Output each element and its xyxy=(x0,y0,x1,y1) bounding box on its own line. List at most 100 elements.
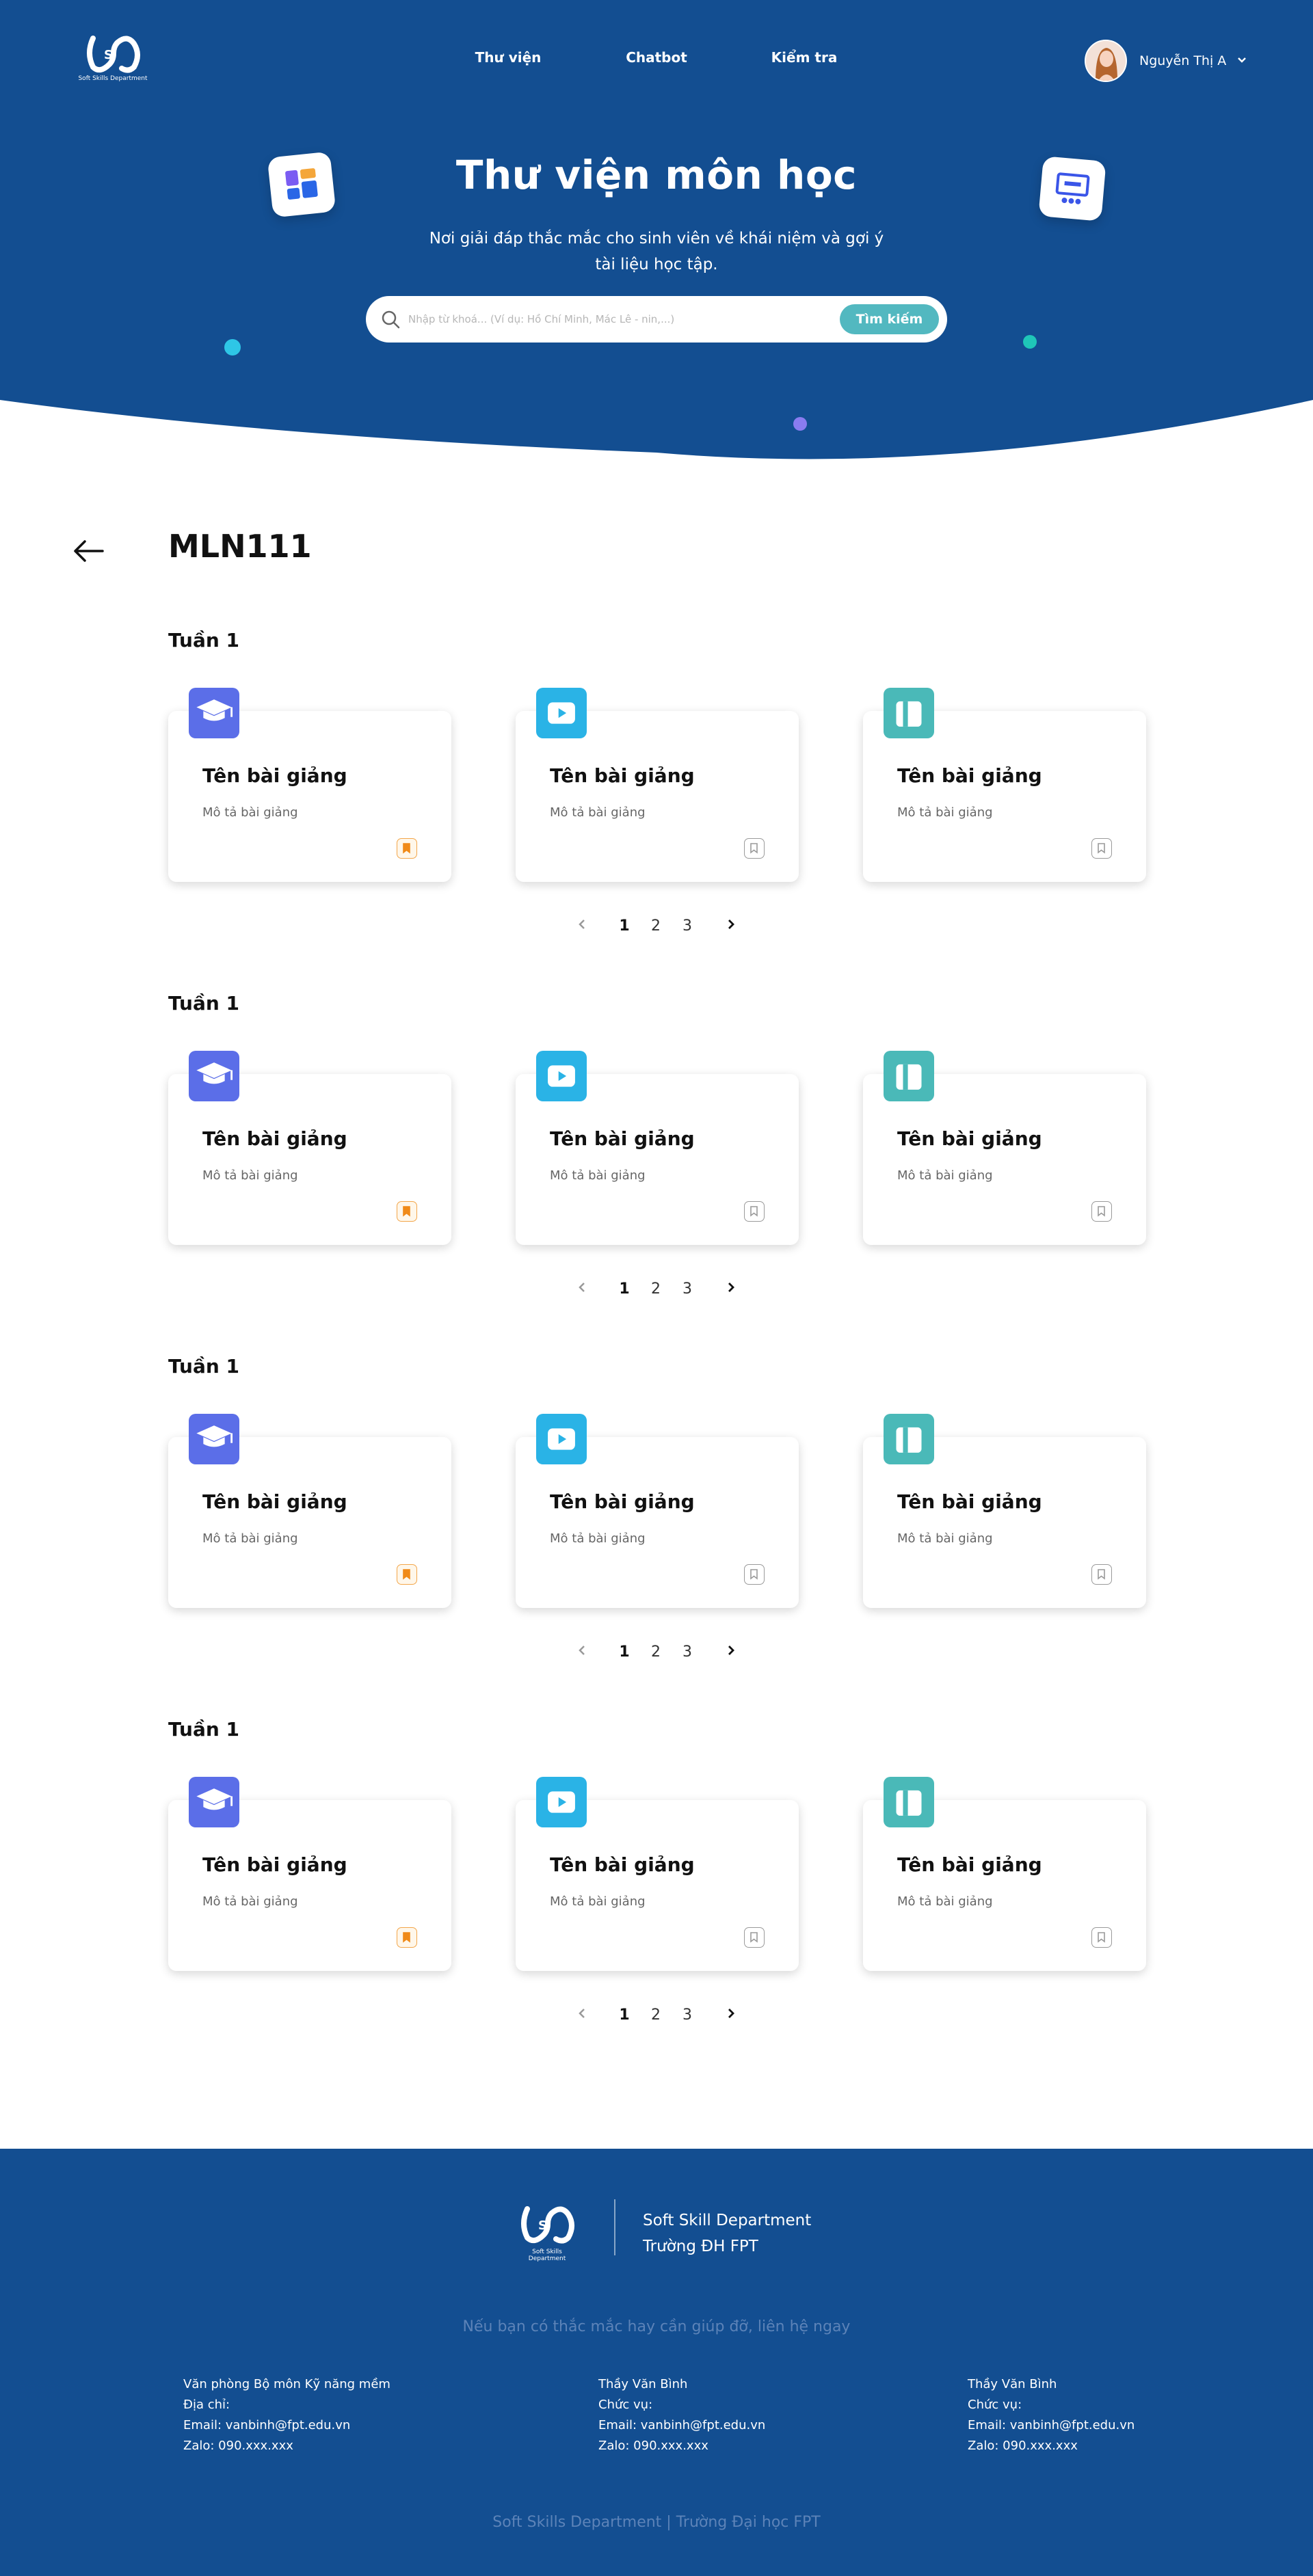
bookmark-icon[interactable] xyxy=(1091,1201,1112,1222)
lecture-description: Mô tả bài giảng xyxy=(202,1531,298,1546)
footer-line: Văn phòng Bộ môn Kỹ năng mềm xyxy=(183,2377,390,2391)
prev-page-icon[interactable] xyxy=(572,1280,592,1298)
nav-item-test[interactable]: Kiểm tra xyxy=(750,49,859,66)
lecture-card[interactable]: Tên bài giảng Mô tả bài giảng xyxy=(863,1051,1146,1245)
bookmark-icon[interactable] xyxy=(397,1201,417,1222)
prev-page-icon[interactable] xyxy=(572,1643,592,1661)
user-menu[interactable]: Nguyễn Thị A xyxy=(1085,40,1247,82)
prev-page-icon[interactable] xyxy=(572,2007,592,2024)
footer-line: Thầy Văn Bình xyxy=(598,2377,688,2391)
video-play-icon xyxy=(536,688,587,738)
page-number[interactable]: 1 xyxy=(614,917,635,935)
page-number[interactable]: 3 xyxy=(677,2007,698,2024)
footer-dept: Soft Skill Department Trường ĐH FPT xyxy=(643,2208,811,2259)
page-number[interactable]: 2 xyxy=(646,1643,666,1661)
search-button[interactable]: Tìm kiếm xyxy=(840,304,939,334)
video-play-icon xyxy=(536,1414,587,1464)
footer-line[interactable]: Email: vanbinh@fpt.edu.vn xyxy=(598,2415,765,2436)
lecture-description: Mô tả bài giảng xyxy=(897,1531,993,1546)
bookmark-icon[interactable] xyxy=(1091,1564,1112,1585)
page-number[interactable]: 3 xyxy=(677,917,698,935)
week-title: Tuần 1 xyxy=(168,629,240,652)
footer-line: Zalo: 090.xxx.xxx xyxy=(968,2439,1078,2453)
graduation-cap-icon xyxy=(189,1777,239,1827)
footer-line: Địa chỉ: xyxy=(183,2398,230,2412)
avatar[interactable] xyxy=(1085,40,1127,82)
lecture-card[interactable]: Tên bài giảng Mô tả bài giảng xyxy=(863,688,1146,882)
chevron-down-icon[interactable] xyxy=(1237,55,1247,66)
lecture-title: Tên bài giảng xyxy=(550,1127,695,1150)
lecture-card[interactable]: Tên bài giảng Mô tả bài giảng xyxy=(168,1051,451,1245)
footer-line: Zalo: 090.xxx.xxx xyxy=(598,2439,708,2453)
lecture-title: Tên bài giảng xyxy=(897,1127,1042,1150)
week-section: Tuần 1 Tên bài giảng Mô tả bài giảng Tên bà… xyxy=(0,629,1313,984)
bookmark-icon[interactable] xyxy=(744,1927,765,1948)
lecture-title: Tên bài giảng xyxy=(202,1853,347,1876)
hero-banner: S Soft Skills Department Thư viện Chatbo… xyxy=(0,0,1313,465)
lecture-card[interactable]: Tên bài giảng Mô tả bài giảng xyxy=(863,1777,1146,1971)
lecture-card[interactable]: Tên bài giảng Mô tả bài giảng xyxy=(863,1414,1146,1608)
next-page-icon[interactable] xyxy=(721,2007,741,2024)
page-subtitle: Nơi giải đáp thắc mắc cho sinh viên về k… xyxy=(429,230,884,273)
course-code: MLN111 xyxy=(168,528,312,565)
nav-item-library[interactable]: Thư viện xyxy=(453,49,563,66)
video-play-icon xyxy=(536,1051,587,1101)
bookmark-icon[interactable] xyxy=(744,1564,765,1585)
footer-dept-name: Soft Skill Department xyxy=(643,2212,812,2229)
lecture-card[interactable]: Tên bài giảng Mô tả bài giảng xyxy=(516,1777,799,1971)
footer-line[interactable]: Email: vanbinh@fpt.edu.vn xyxy=(968,2415,1135,2436)
prev-page-icon[interactable] xyxy=(572,917,592,935)
book-icon xyxy=(884,1414,934,1464)
page-number[interactable]: 1 xyxy=(614,1280,635,1298)
page-number[interactable]: 3 xyxy=(677,1280,698,1298)
page-number[interactable]: 2 xyxy=(646,2007,666,2024)
bookmark-icon[interactable] xyxy=(1091,1927,1112,1948)
pagination: 123 xyxy=(0,917,1313,938)
next-page-icon[interactable] xyxy=(721,1643,741,1661)
page-number[interactable]: 3 xyxy=(677,1643,698,1661)
pagination: 123 xyxy=(0,2007,1313,2027)
page-number[interactable]: 1 xyxy=(614,1643,635,1661)
lecture-card[interactable]: Tên bài giảng Mô tả bài giảng xyxy=(516,1051,799,1245)
lecture-card[interactable]: Tên bài giảng Mô tả bài giảng xyxy=(168,1414,451,1608)
footer-line: Zalo: 090.xxx.xxx xyxy=(183,2439,293,2453)
next-page-icon[interactable] xyxy=(721,1280,741,1298)
search-bar: Tìm kiếm xyxy=(366,296,947,343)
bookmark-icon[interactable] xyxy=(744,838,765,859)
graduation-cap-icon xyxy=(189,1051,239,1101)
footer-logo[interactable]: S Soft Skills Department xyxy=(513,2203,581,2262)
page-number[interactable]: 1 xyxy=(614,2007,635,2024)
lecture-card[interactable]: Tên bài giảng Mô tả bài giảng xyxy=(168,1777,451,1971)
lecture-title: Tên bài giảng xyxy=(550,1490,695,1513)
book-icon xyxy=(884,1051,934,1101)
footer-copyright: Soft Skills Department | Trường Đại học … xyxy=(492,2514,821,2531)
book-icon xyxy=(884,1777,934,1827)
lecture-card[interactable]: Tên bài giảng Mô tả bài giảng xyxy=(168,688,451,882)
bookmark-icon[interactable] xyxy=(1091,838,1112,859)
bookmark-icon[interactable] xyxy=(397,1564,417,1585)
footer-line: Thầy Văn Bình xyxy=(968,2377,1057,2391)
lecture-description: Mô tả bài giảng xyxy=(550,805,646,820)
bookmark-icon[interactable] xyxy=(397,1927,417,1948)
footer: S Soft Skills Department Soft Skill Depa… xyxy=(0,2149,1313,2576)
page-number[interactable]: 2 xyxy=(646,917,666,935)
footer-line[interactable]: Email: vanbinh@fpt.edu.vn xyxy=(183,2415,390,2436)
lecture-title: Tên bài giảng xyxy=(897,764,1042,787)
lecture-description: Mô tả bài giảng xyxy=(550,1531,646,1546)
back-arrow-icon[interactable] xyxy=(71,537,105,565)
page-number[interactable]: 2 xyxy=(646,1280,666,1298)
bookmark-icon[interactable] xyxy=(397,838,417,859)
nav-item-chatbot[interactable]: Chatbot xyxy=(602,49,711,66)
search-input[interactable] xyxy=(408,308,819,330)
next-page-icon[interactable] xyxy=(721,917,741,935)
pagination: 123 xyxy=(0,1280,1313,1301)
lecture-card[interactable]: Tên bài giảng Mô tả bài giảng xyxy=(516,1414,799,1608)
bookmark-icon[interactable] xyxy=(744,1201,765,1222)
week-section: Tuần 1 Tên bài giảng Mô tả bài giảng Tên bà… xyxy=(0,1355,1313,1710)
lecture-card[interactable]: Tên bài giảng Mô tả bài giảng xyxy=(516,688,799,882)
book-icon xyxy=(884,688,934,738)
footer-contact-teacher-2: Thầy Văn Bình Chức vụ: Email: vanbinh@fp… xyxy=(968,2374,1135,2456)
lecture-title: Tên bài giảng xyxy=(550,764,695,787)
lecture-title: Tên bài giảng xyxy=(202,764,347,787)
video-play-icon xyxy=(536,1777,587,1827)
